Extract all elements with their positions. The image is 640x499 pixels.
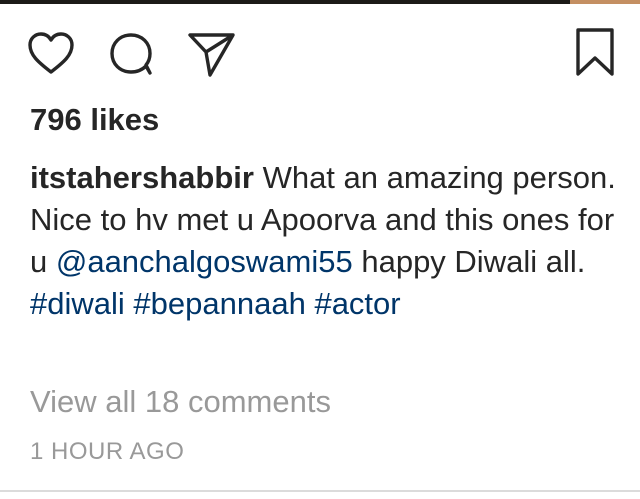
divider xyxy=(0,490,640,492)
like-button[interactable] xyxy=(26,30,76,76)
comment-icon xyxy=(110,33,152,75)
post-image-bottom-edge xyxy=(0,0,640,4)
heart-icon xyxy=(28,32,74,74)
share-button[interactable] xyxy=(186,30,238,78)
comment-button[interactable] xyxy=(106,30,156,78)
post-timestamp: 1 HOUR AGO xyxy=(30,438,185,465)
view-all-comments-link[interactable]: View all 18 comments xyxy=(30,381,331,423)
post-image-bottom-edge-accent xyxy=(570,0,640,4)
likes-count[interactable]: 796 likes xyxy=(30,100,159,140)
post-action-bar xyxy=(0,24,640,84)
caption-hashtag[interactable]: #diwali xyxy=(30,286,125,321)
save-button[interactable] xyxy=(572,26,618,78)
bookmark-icon xyxy=(576,28,614,76)
caption-username[interactable]: itstahershabbir xyxy=(30,160,254,195)
paper-plane-icon xyxy=(188,33,235,77)
caption-mention[interactable]: @aanchalgoswami55 xyxy=(56,244,353,279)
caption-text: happy Diwali all. xyxy=(352,244,586,279)
post-caption: itstahershabbir What an amazing person. … xyxy=(30,157,620,325)
caption-hashtag[interactable]: #actor xyxy=(314,286,400,321)
caption-hashtag[interactable]: #bepannaah xyxy=(133,286,305,321)
